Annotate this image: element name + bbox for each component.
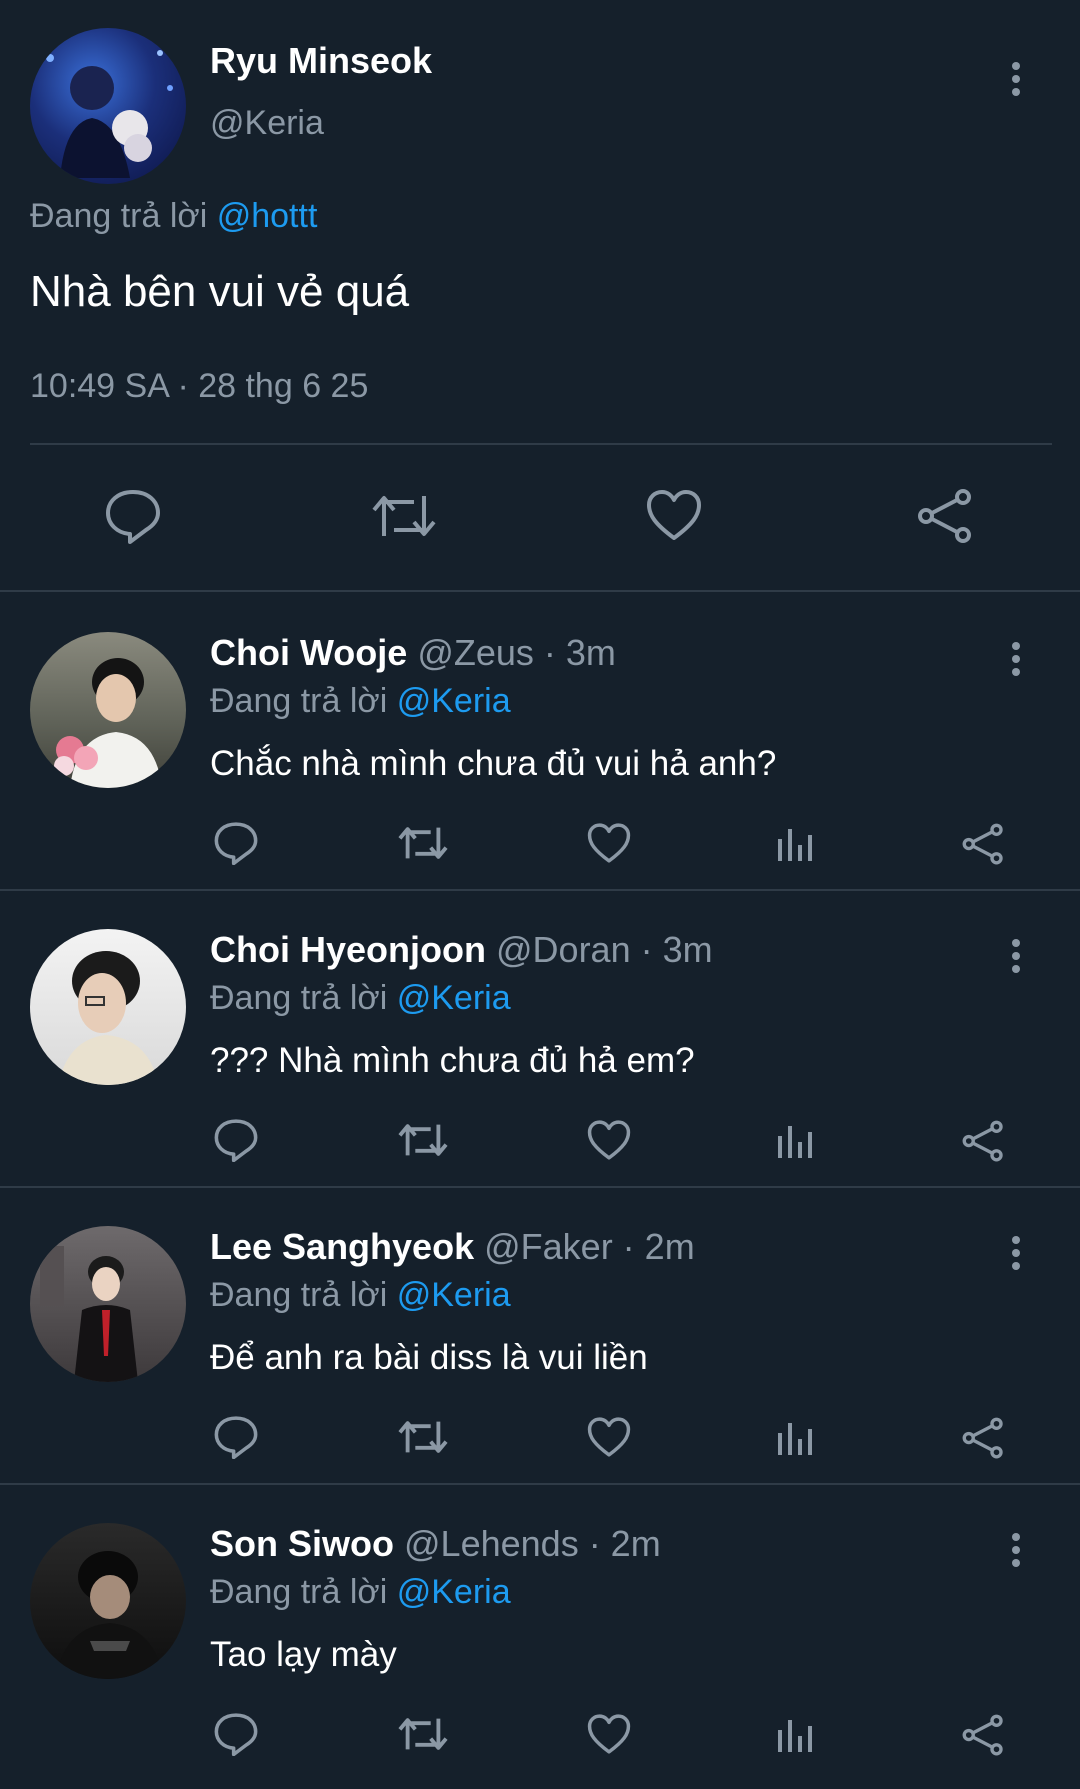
replying-to: Đang trả lời @hottt: [30, 197, 317, 236]
reply-mention[interactable]: @Keria: [397, 979, 511, 1017]
reply-prefix: Đang trả lời: [30, 197, 208, 235]
reply-header: Son Siwoo @Lehends · 2m: [210, 1523, 661, 1565]
views-icon[interactable]: [776, 825, 816, 865]
retweet-icon[interactable]: [396, 823, 450, 863]
views-icon[interactable]: [776, 1419, 816, 1459]
action-bar: [0, 817, 1080, 869]
more-icon[interactable]: [1010, 62, 1022, 102]
reply-text: Để anh ra bài diss là vui liền: [210, 1338, 648, 1377]
reply-text: Tao lạy mày: [210, 1635, 397, 1674]
tweet-text: Nhà bên vui vẻ quá: [30, 267, 410, 316]
replying-to: Đang trả lời @Keria: [210, 979, 511, 1018]
reply-icon[interactable]: [104, 488, 162, 544]
more-icon[interactable]: [1010, 1533, 1022, 1573]
more-icon[interactable]: [1010, 1236, 1022, 1276]
reply-mention[interactable]: @hottt: [217, 197, 318, 235]
reply-tweet[interactable]: Son Siwoo @Lehends · 2m Đang trả lời @Ke…: [0, 1483, 1080, 1780]
reply-icon[interactable]: [213, 1712, 259, 1756]
share-icon[interactable]: [915, 488, 975, 544]
action-bar: [0, 1411, 1080, 1463]
action-bar: [0, 1708, 1080, 1760]
reply-mention[interactable]: @Keria: [397, 1573, 511, 1611]
like-icon[interactable]: [645, 488, 703, 542]
share-icon[interactable]: [960, 1417, 1006, 1459]
like-icon[interactable]: [586, 1416, 632, 1458]
reply-prefix: Đang trả lời: [210, 1573, 388, 1611]
main-tweet: Ryu Minseok @Keria Đang trả lời @hottt N…: [0, 0, 1080, 592]
reply-icon[interactable]: [213, 821, 259, 865]
reply-prefix: Đang trả lời: [210, 682, 388, 720]
author-meta[interactable]: @Doran · 3m: [496, 929, 713, 970]
like-icon[interactable]: [586, 1119, 632, 1161]
author-meta[interactable]: @Zeus · 3m: [417, 632, 616, 673]
author-name[interactable]: Son Siwoo: [210, 1523, 394, 1564]
reply-header: Choi Hyeonjoon @Doran · 3m: [210, 929, 713, 971]
retweet-icon[interactable]: [396, 1714, 450, 1754]
more-icon[interactable]: [1010, 642, 1022, 682]
author-name[interactable]: Lee Sanghyeok: [210, 1226, 474, 1267]
reply-icon[interactable]: [213, 1415, 259, 1459]
reply-prefix: Đang trả lời: [210, 1276, 388, 1314]
author-meta[interactable]: @Faker · 2m: [484, 1226, 695, 1267]
author-name[interactable]: Choi Hyeonjoon: [210, 929, 486, 970]
reply-tweet[interactable]: Choi Wooje @Zeus · 3m Đang trả lời @Keri…: [0, 592, 1080, 891]
share-icon[interactable]: [960, 823, 1006, 865]
more-icon[interactable]: [1010, 939, 1022, 979]
tweet-timestamp[interactable]: 10:49 SA · 28 thg 6 25: [30, 367, 368, 406]
reply-header: Lee Sanghyeok @Faker · 2m: [210, 1226, 695, 1268]
views-icon[interactable]: [776, 1122, 816, 1162]
share-icon[interactable]: [960, 1120, 1006, 1162]
replying-to: Đang trả lời @Keria: [210, 682, 511, 721]
avatar[interactable]: [30, 28, 186, 184]
action-bar: [0, 1114, 1080, 1166]
reply-prefix: Đang trả lời: [210, 979, 388, 1017]
avatar[interactable]: [30, 1523, 186, 1679]
retweet-icon[interactable]: [370, 490, 438, 542]
reply-header: Choi Wooje @Zeus · 3m: [210, 632, 616, 674]
reply-mention[interactable]: @Keria: [397, 682, 511, 720]
divider: [30, 443, 1052, 445]
share-icon[interactable]: [960, 1714, 1006, 1756]
reply-icon[interactable]: [213, 1118, 259, 1162]
replying-to: Đang trả lời @Keria: [210, 1573, 511, 1612]
reply-tweet[interactable]: Choi Hyeonjoon @Doran · 3m Đang trả lời …: [0, 889, 1080, 1188]
like-icon[interactable]: [586, 1713, 632, 1755]
avatar[interactable]: [30, 929, 186, 1085]
reply-text: Chắc nhà mình chưa đủ vui hả anh?: [210, 744, 777, 783]
retweet-icon[interactable]: [396, 1120, 450, 1160]
action-bar: [0, 480, 1080, 550]
reply-tweet[interactable]: Lee Sanghyeok @Faker · 2m Đang trả lời @…: [0, 1186, 1080, 1485]
author-meta[interactable]: @Lehends · 2m: [404, 1523, 661, 1564]
reply-mention[interactable]: @Keria: [397, 1276, 511, 1314]
views-icon[interactable]: [776, 1716, 816, 1756]
replying-to: Đang trả lời @Keria: [210, 1276, 511, 1315]
author-name[interactable]: Choi Wooje: [210, 632, 407, 673]
avatar[interactable]: [30, 1226, 186, 1382]
author-name[interactable]: Ryu Minseok: [210, 40, 432, 82]
avatar[interactable]: [30, 632, 186, 788]
like-icon[interactable]: [586, 822, 632, 864]
author-handle[interactable]: @Keria: [210, 104, 324, 143]
retweet-icon[interactable]: [396, 1417, 450, 1457]
reply-text: ??? Nhà mình chưa đủ hả em?: [210, 1041, 695, 1080]
